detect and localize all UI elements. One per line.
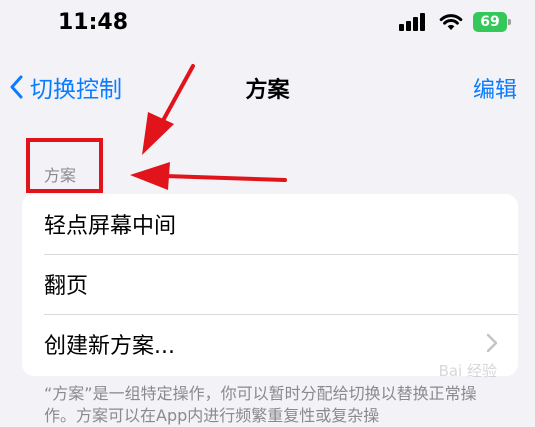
annotation-arrow-horizontal bbox=[130, 162, 287, 190]
annotation-arrow-diagonal bbox=[142, 64, 195, 155]
annotation-arrows bbox=[130, 64, 287, 190]
